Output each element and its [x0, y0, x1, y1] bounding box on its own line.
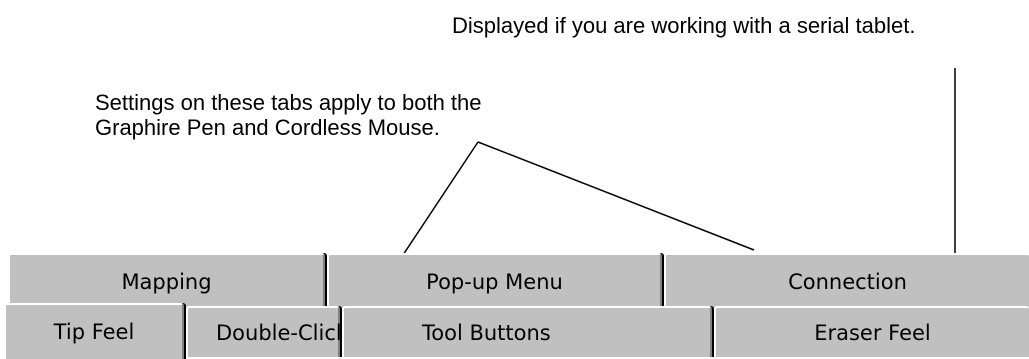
tab-mapping[interactable]: Mapping	[8, 253, 325, 308]
callout-shared-settings-line1: Settings on these tabs apply to both the	[95, 90, 482, 115]
tab-connection-label: Connection	[788, 269, 907, 294]
tab-double-click-label: Double-Click	[216, 320, 349, 345]
tab-popup-menu-label: Pop-up Menu	[426, 269, 563, 294]
tab-tip-feel[interactable]: Tip Feel	[4, 303, 184, 359]
tab-tool-buttons[interactable]: Tool Buttons	[342, 306, 712, 357]
tab-eraser-feel[interactable]: Eraser Feel	[714, 306, 1029, 357]
leader-line-popup-menu	[400, 141, 479, 259]
tab-tool-buttons-label: Tool Buttons	[422, 320, 551, 345]
tab-connection[interactable]: Connection	[664, 253, 1029, 308]
tab-eraser-feel-label: Eraser Feel	[814, 320, 931, 345]
tab-tip-feel-label: Tip Feel	[53, 320, 135, 344]
tab-double-click[interactable]: Double-Click	[186, 306, 348, 357]
tab-mapping-label: Mapping	[121, 269, 212, 294]
leader-line-connection-tab	[477, 141, 755, 251]
tab-popup-menu[interactable]: Pop-up Menu	[327, 253, 662, 308]
callout-shared-settings: Settings on these tabs apply to both the…	[95, 90, 482, 140]
callout-serial-tablet: Displayed if you are working with a seri…	[452, 13, 916, 38]
callout-shared-settings-line2: Graphire Pen and Cordless Mouse.	[95, 115, 440, 140]
